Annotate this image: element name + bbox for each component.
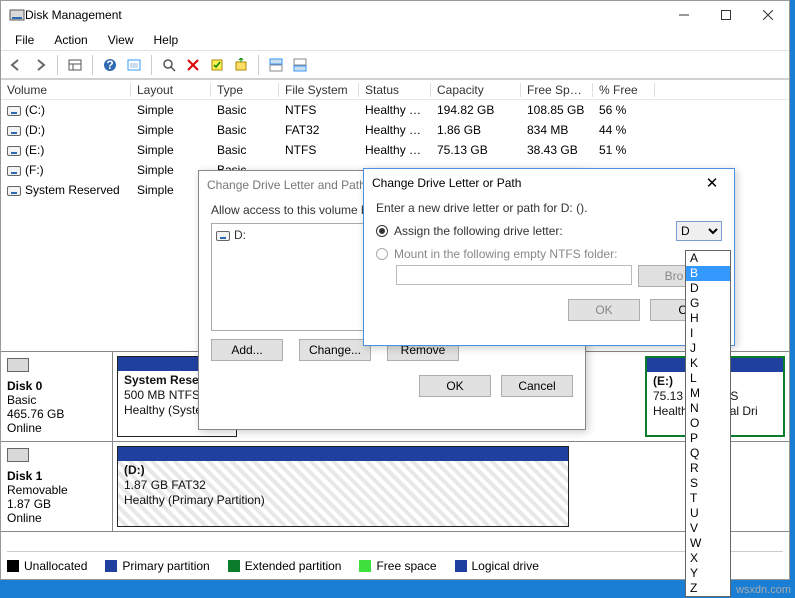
letter-option[interactable]: Q bbox=[686, 446, 730, 461]
settings-button[interactable] bbox=[123, 54, 145, 76]
letter-option[interactable]: P bbox=[686, 431, 730, 446]
letter-option[interactable]: G bbox=[686, 296, 730, 311]
legend-swatch-logical bbox=[455, 560, 467, 572]
letter-option[interactable]: W bbox=[686, 536, 730, 551]
legend-swatch-unallocated bbox=[7, 560, 19, 572]
toolbar: ? bbox=[1, 51, 789, 79]
table-row[interactable]: (D:)SimpleBasicFAT32Healthy (P...1.86 GB… bbox=[1, 120, 789, 140]
ok-button[interactable]: OK bbox=[568, 299, 640, 321]
col-type[interactable]: Type bbox=[211, 83, 279, 97]
ok-button[interactable]: OK bbox=[419, 375, 491, 397]
maximize-button[interactable] bbox=[705, 1, 747, 29]
minimize-button[interactable] bbox=[663, 1, 705, 29]
refresh-button[interactable] bbox=[158, 54, 180, 76]
letter-option[interactable]: L bbox=[686, 371, 730, 386]
menubar: File Action View Help bbox=[1, 29, 789, 51]
list-bottom-button[interactable] bbox=[289, 54, 311, 76]
legend-swatch-free bbox=[359, 560, 371, 572]
menu-file[interactable]: File bbox=[5, 31, 44, 49]
legend-label: Logical drive bbox=[472, 559, 539, 573]
letter-option[interactable]: X bbox=[686, 551, 730, 566]
app-icon bbox=[9, 7, 25, 23]
change-letter-dialog: Change Drive Letter or Path ✕ Enter a ne… bbox=[363, 168, 735, 346]
letter-option[interactable]: O bbox=[686, 416, 730, 431]
col-pctfree[interactable]: % Free bbox=[593, 83, 655, 97]
menu-help[interactable]: Help bbox=[144, 31, 189, 49]
letter-option[interactable]: N bbox=[686, 401, 730, 416]
letter-option[interactable]: B bbox=[686, 266, 730, 281]
col-capacity[interactable]: Capacity bbox=[431, 83, 521, 97]
change-button[interactable]: Change... bbox=[299, 339, 371, 361]
properties-button[interactable] bbox=[206, 54, 228, 76]
disk-header[interactable]: Disk 1Removable1.87 GBOnline bbox=[1, 442, 113, 531]
table-row[interactable]: (C:)SimpleBasicNTFSHealthy (B...194.82 G… bbox=[1, 100, 789, 120]
disk-header[interactable]: Disk 0Basic465.76 GBOnline bbox=[1, 352, 113, 441]
col-fs[interactable]: File System bbox=[279, 83, 359, 97]
add-button[interactable]: Add... bbox=[211, 339, 283, 361]
letter-option[interactable]: T bbox=[686, 491, 730, 506]
col-volume[interactable]: Volume bbox=[1, 83, 131, 97]
letter-option[interactable]: I bbox=[686, 326, 730, 341]
partition[interactable]: (D:)1.87 GB FAT32Healthy (Primary Partit… bbox=[117, 446, 569, 527]
legend-label: Extended partition bbox=[245, 559, 342, 573]
help-button[interactable]: ? bbox=[99, 54, 121, 76]
drive-letter-dropdown[interactable]: ABDGHIJKLMNOPQRSTUVWXYZ bbox=[685, 250, 731, 597]
letter-option[interactable]: D bbox=[686, 281, 730, 296]
window-title: Disk Management bbox=[25, 8, 663, 22]
radio-assign[interactable] bbox=[376, 225, 388, 237]
letter-option[interactable]: M bbox=[686, 386, 730, 401]
path-entry[interactable]: D: bbox=[234, 228, 246, 242]
radio-mount[interactable] bbox=[376, 248, 388, 260]
disk-row: Disk 1Removable1.87 GBOnline(D:)1.87 GB … bbox=[1, 442, 789, 532]
letter-option[interactable]: K bbox=[686, 356, 730, 371]
forward-button[interactable] bbox=[29, 54, 51, 76]
dialog2-hint: Enter a new drive letter or path for D: … bbox=[376, 201, 722, 215]
cancel-button[interactable]: Cancel bbox=[501, 375, 573, 397]
col-layout[interactable]: Layout bbox=[131, 83, 211, 97]
radio-assign-label: Assign the following drive letter: bbox=[394, 224, 676, 238]
table-row[interactable]: (E:)SimpleBasicNTFSHealthy (L...75.13 GB… bbox=[1, 140, 789, 160]
dialog2-title: Change Drive Letter or Path bbox=[372, 176, 521, 190]
close-icon[interactable]: ✕ bbox=[698, 174, 726, 192]
drive-letter-select[interactable]: D bbox=[676, 221, 722, 241]
legend-label: Primary partition bbox=[122, 559, 209, 573]
legend-swatch-extended bbox=[228, 560, 240, 572]
letter-option[interactable]: U bbox=[686, 506, 730, 521]
col-free[interactable]: Free Spa... bbox=[521, 83, 593, 97]
letter-option[interactable]: V bbox=[686, 521, 730, 536]
table-header: Volume Layout Type File System Status Ca… bbox=[1, 80, 789, 100]
svg-text:?: ? bbox=[106, 58, 113, 72]
radio-mount-label: Mount in the following empty NTFS folder… bbox=[394, 247, 617, 261]
titlebar: Disk Management bbox=[1, 1, 789, 29]
mount-path-input bbox=[396, 265, 632, 285]
letter-option[interactable]: Y bbox=[686, 566, 730, 581]
legend-label: Free space bbox=[376, 559, 436, 573]
letter-option[interactable]: A bbox=[686, 251, 730, 266]
letter-option[interactable]: Z bbox=[686, 581, 730, 596]
show-hide-button[interactable] bbox=[64, 54, 86, 76]
delete-button[interactable] bbox=[182, 54, 204, 76]
drive-icon bbox=[216, 231, 230, 241]
letter-option[interactable]: J bbox=[686, 341, 730, 356]
action-button[interactable] bbox=[230, 54, 252, 76]
letter-option[interactable]: S bbox=[686, 476, 730, 491]
legend-label: Unallocated bbox=[24, 559, 87, 573]
legend-swatch-primary bbox=[105, 560, 117, 572]
letter-option[interactable]: R bbox=[686, 461, 730, 476]
col-status[interactable]: Status bbox=[359, 83, 431, 97]
letter-option[interactable]: H bbox=[686, 311, 730, 326]
watermark: wsxdn.com bbox=[736, 584, 791, 596]
menu-view[interactable]: View bbox=[98, 31, 144, 49]
back-button[interactable] bbox=[5, 54, 27, 76]
close-button[interactable] bbox=[747, 1, 789, 29]
menu-action[interactable]: Action bbox=[44, 31, 97, 49]
legend: Unallocated Primary partition Extended p… bbox=[7, 551, 783, 575]
list-top-button[interactable] bbox=[265, 54, 287, 76]
